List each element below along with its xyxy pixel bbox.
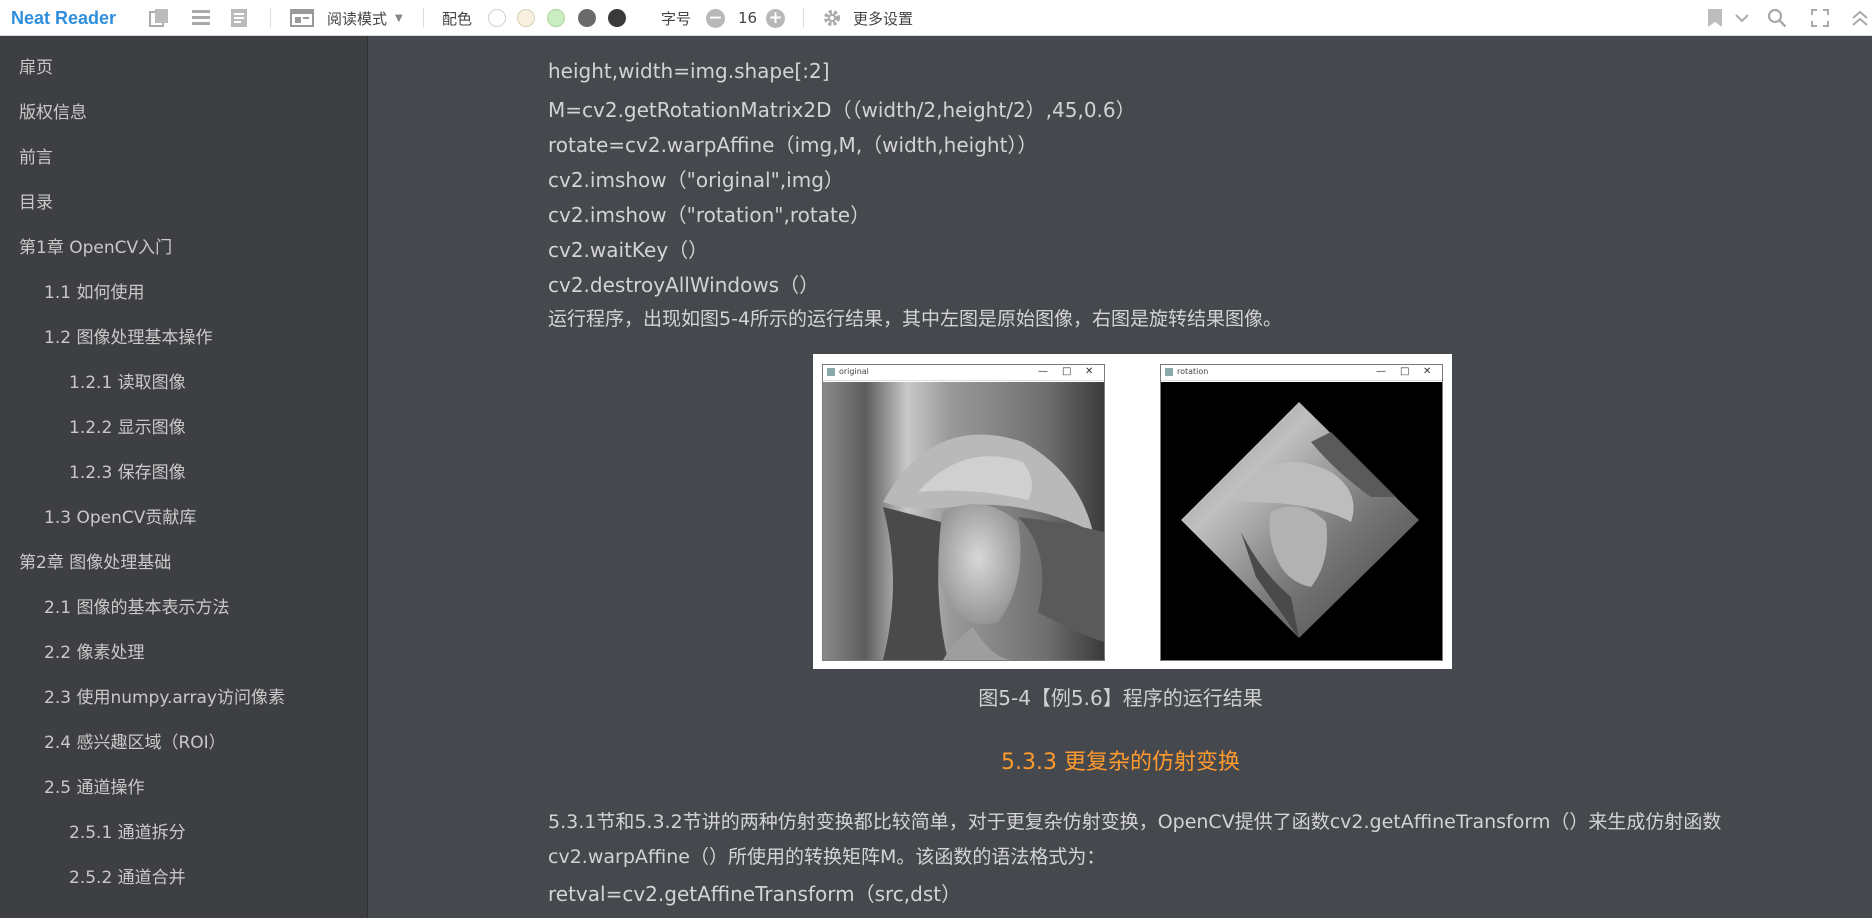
app-icon xyxy=(827,368,835,376)
body-paragraph: 5.3.1节和5.3.2节讲的两种仿射变换都比较简单，对于更复杂仿射变换，Ope… xyxy=(508,805,1848,875)
window-titlebar: rotation — □ ✕ xyxy=(1161,365,1442,381)
code-line: cv2.destroyAllWindows（） xyxy=(548,273,820,297)
bookmark-icon[interactable] xyxy=(1707,0,1723,36)
swatch-dark[interactable] xyxy=(608,9,626,27)
toc-item[interactable]: 1.3 OpenCV贡献库 xyxy=(0,493,367,538)
code-line: cv2.imshow（"original",img） xyxy=(548,168,844,192)
page-icon[interactable] xyxy=(230,0,248,36)
toc-item[interactable]: 2.5.1 通道拆分 xyxy=(0,808,367,853)
toc-item[interactable]: 2.1 图像的基本表示方法 xyxy=(0,583,367,628)
toolbar-divider xyxy=(803,8,804,28)
close-icon: ✕ xyxy=(1085,366,1094,377)
window-title: rotation xyxy=(1177,367,1209,376)
top-toolbar: Neat Reader 阅读模式 ▼ 配色 字号 − 16 + 更多设置 xyxy=(0,0,1872,36)
toc-sidebar: 扉页 版权信息 前言 目录 第1章 OpenCV入门 1.1 如何使用 1.2 … xyxy=(0,36,368,918)
reading-pane[interactable]: height,width=img.shape[:2] M=cv2.getRota… xyxy=(369,36,1872,918)
layout-icon[interactable] xyxy=(290,0,314,36)
swatch-green[interactable] xyxy=(547,9,565,27)
toc-item[interactable]: 2.5 通道操作 xyxy=(0,763,367,808)
toc-item[interactable]: 第2章 图像处理基础 xyxy=(0,538,367,583)
toc-item[interactable]: 2.5.2 通道合并 xyxy=(0,853,367,898)
app-name: Neat Reader xyxy=(11,7,117,28)
window-titlebar: original — □ ✕ xyxy=(823,365,1104,381)
gear-icon[interactable] xyxy=(822,0,842,36)
code-line: rotate=cv2.warpAffine（img,M,（width,heigh… xyxy=(548,133,1038,157)
code-line: M=cv2.getRotationMatrix2D（（width/2,heigh… xyxy=(548,98,1136,122)
toolbar-divider xyxy=(423,8,424,28)
font-size-increase-button[interactable]: + xyxy=(766,9,785,28)
toc-item[interactable]: 版权信息 xyxy=(0,88,367,133)
font-size-value: 16 xyxy=(738,9,758,27)
code-line: cv2.imshow（"rotation",rotate） xyxy=(548,203,871,227)
toc-item[interactable]: 前言 xyxy=(0,133,367,178)
chevron-down-icon: ▼ xyxy=(395,12,403,24)
reading-mode-label: 阅读模式 xyxy=(327,9,388,28)
original-window-screenshot: original — □ ✕ xyxy=(822,364,1105,661)
color-scheme-label: 配色 xyxy=(442,9,473,28)
toc-item[interactable]: 1.2.2 显示图像 xyxy=(0,403,367,448)
code-line: height,width=img.shape[:2] xyxy=(548,59,830,83)
list-icon[interactable] xyxy=(191,0,211,36)
toc-item[interactable]: 1.2 图像处理基本操作 xyxy=(0,313,367,358)
toc-item[interactable]: 1.2.3 保存图像 xyxy=(0,448,367,493)
section-heading: 5.3.3 更复杂的仿射变换 xyxy=(1001,750,1240,775)
reading-mode-dropdown[interactable]: 阅读模式 ▼ xyxy=(327,0,403,36)
figure-caption: 图5-4【例5.6】程序的运行结果 xyxy=(978,686,1263,710)
swatch-white[interactable] xyxy=(488,9,506,27)
window-title: original xyxy=(839,367,869,376)
toc-item[interactable]: 2.4 感兴趣区域（ROI） xyxy=(0,718,367,763)
more-settings-button[interactable]: 更多设置 xyxy=(853,0,913,36)
bookmark-dropdown-chevron-icon[interactable] xyxy=(1735,0,1749,36)
rotation-window-screenshot: rotation — □ ✕ xyxy=(1160,364,1443,661)
figure-image: original — □ ✕ rotation — □ ✕ xyxy=(813,354,1452,669)
minimize-icon: — xyxy=(1376,366,1386,377)
close-icon: ✕ xyxy=(1423,366,1432,377)
code-line: cv2.waitKey（） xyxy=(548,238,709,262)
toc-item[interactable]: 2.2 像素处理 xyxy=(0,628,367,673)
collapse-up-icon[interactable] xyxy=(1851,0,1869,36)
toc-item[interactable]: 1.1 如何使用 xyxy=(0,268,367,313)
syntax-line: retval=cv2.getAffineTransform（src,dst） xyxy=(548,882,962,906)
fullscreen-icon[interactable] xyxy=(1811,0,1829,36)
toc-item[interactable]: 2.3 使用numpy.array访问像素 xyxy=(0,673,367,718)
toc-item[interactable]: 扉页 xyxy=(0,43,367,88)
maximize-icon: □ xyxy=(1400,366,1410,377)
copy-icon[interactable] xyxy=(149,0,171,36)
rotated-image xyxy=(1161,382,1442,660)
toc-item[interactable]: 目录 xyxy=(0,178,367,223)
maximize-icon: □ xyxy=(1062,366,1072,377)
search-icon[interactable] xyxy=(1767,0,1787,36)
minimize-icon: — xyxy=(1038,366,1048,377)
swatch-gray[interactable] xyxy=(578,9,596,27)
toolbar-divider xyxy=(270,8,271,28)
font-size-label: 字号 xyxy=(661,9,692,28)
original-image xyxy=(823,382,1104,660)
toc-item[interactable]: 第1章 OpenCV入门 xyxy=(0,223,367,268)
body-text: 运行程序，出现如图5-4所示的运行结果，其中左图是原始图像，右图是旋转结果图像。 xyxy=(548,308,1283,330)
toc-item[interactable]: 1.2.1 读取图像 xyxy=(0,358,367,403)
app-icon xyxy=(1165,368,1173,376)
font-size-decrease-button[interactable]: − xyxy=(706,9,725,28)
swatch-beige[interactable] xyxy=(517,9,535,27)
paragraph-text: 5.3.1节和5.3.2节讲的两种仿射变换都比较简单，对于更复杂仿射变换，Ope… xyxy=(548,811,1722,868)
